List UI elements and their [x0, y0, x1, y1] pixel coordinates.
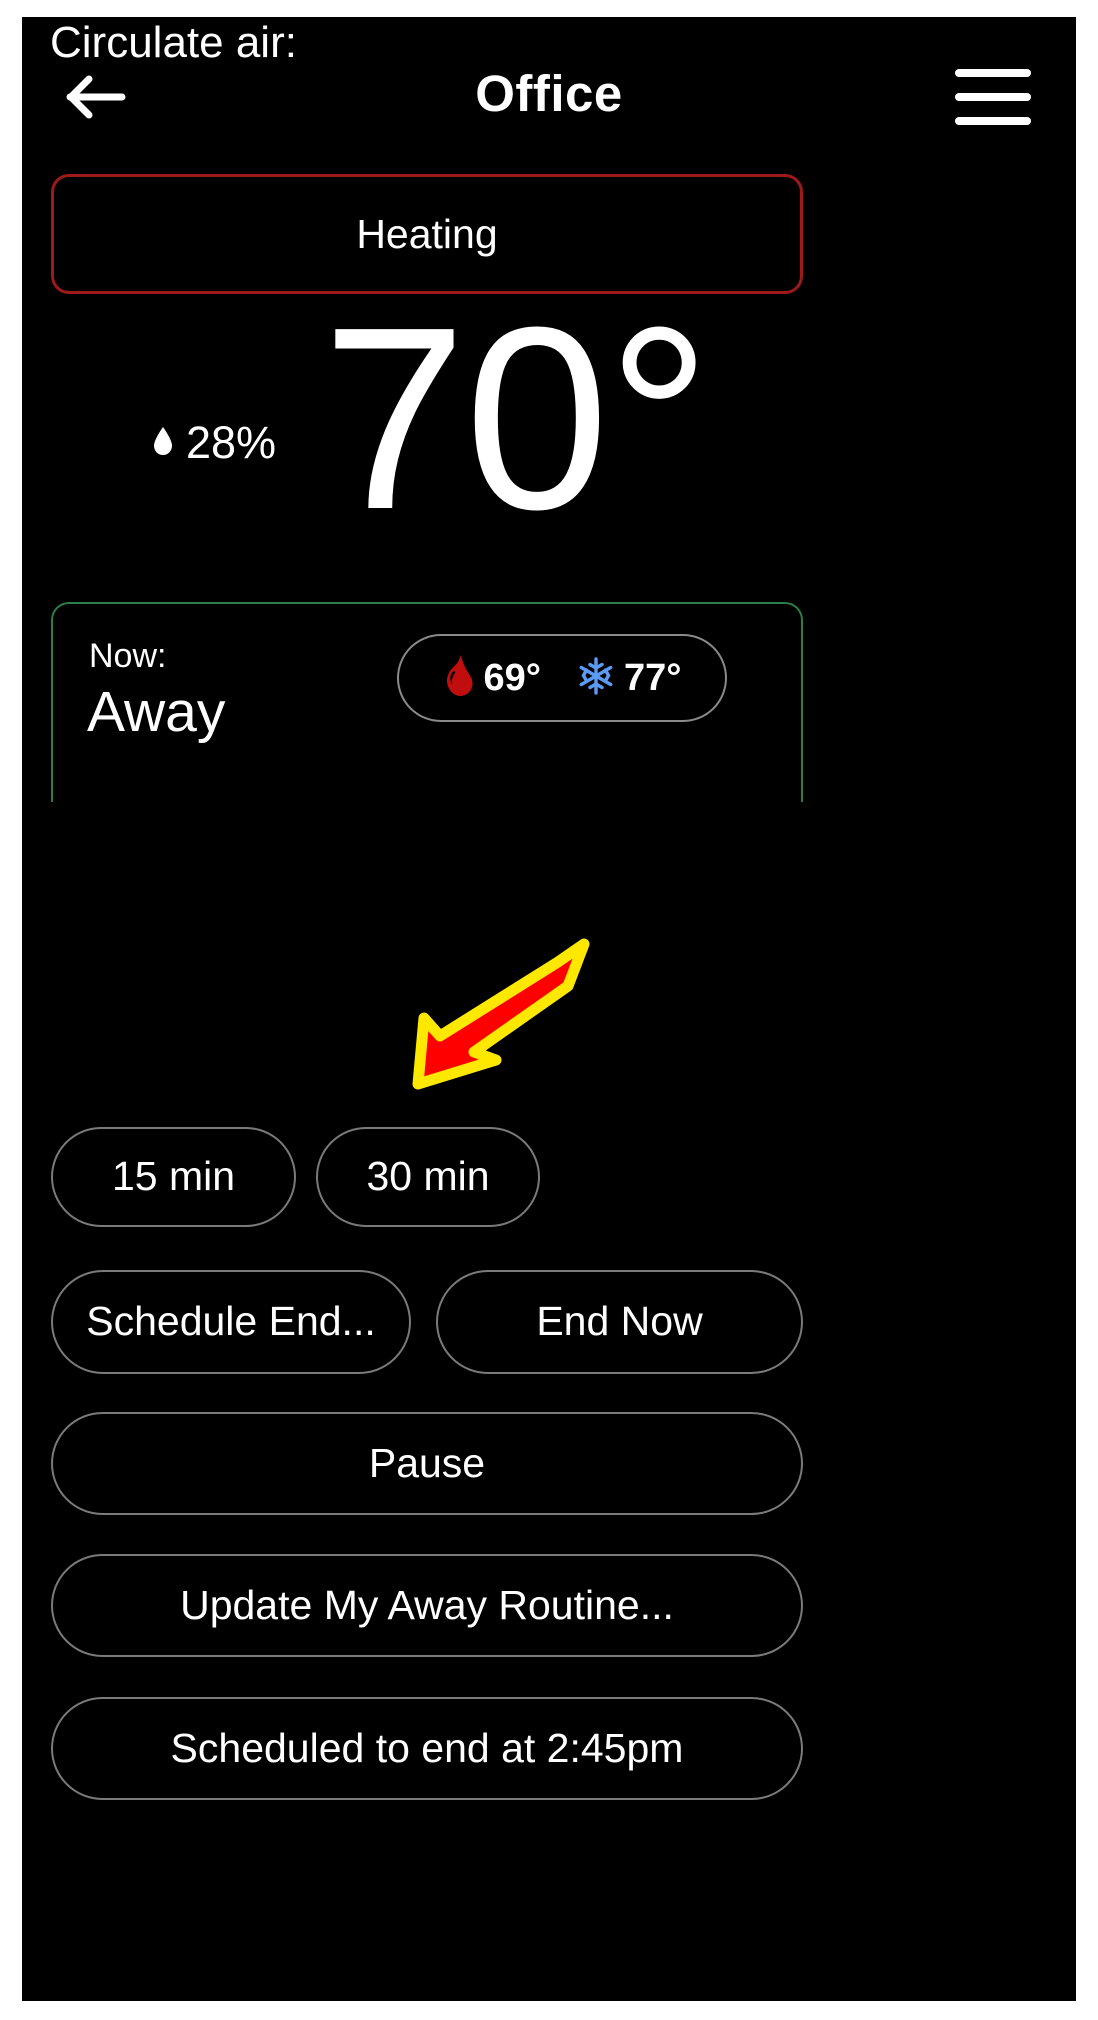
pause-label: Pause [368, 1439, 486, 1486]
water-drop-icon [152, 426, 174, 461]
phone-screen: Office Heating 28% 70° Now: Away 69° 77°… [22, 17, 1076, 2001]
menu-bar-3 [955, 117, 1031, 125]
setpoints-pill[interactable]: 69° 77° [397, 634, 727, 722]
hamburger-menu-icon[interactable] [948, 61, 1038, 133]
schedule-now-label: Now: [89, 637, 167, 675]
end-now-button[interactable]: End Now [436, 1270, 803, 1374]
humidity-readout: 28% [152, 417, 276, 469]
update-away-routine-button[interactable]: Update My Away Routine... [51, 1554, 803, 1657]
end-now-label: End Now [536, 1298, 703, 1345]
menu-bar-2 [955, 93, 1031, 101]
schedule-end-label: Schedule End... [86, 1298, 376, 1345]
circulate-air-label: Circulate air: [50, 18, 297, 67]
current-conditions: 28% 70° [22, 289, 1076, 577]
snowflake-icon [577, 656, 615, 701]
update-away-routine-label: Update My Away Routine... [180, 1581, 674, 1628]
page-title: Office [475, 65, 623, 122]
flame-icon [443, 654, 475, 703]
device-frame: Office Heating 28% 70° Now: Away 69° 77°… [0, 0, 1098, 2020]
scheduled-end-status-button[interactable]: Scheduled to end at 2:45pm [51, 1697, 803, 1800]
circulate-15min-label: 15 min [111, 1153, 236, 1200]
circulate-30min-label: 30 min [366, 1153, 490, 1200]
hvac-mode-label: Heating [356, 211, 498, 257]
cool-setpoint: 77° [577, 656, 681, 701]
annotation-arrow-icon [362, 932, 592, 1092]
circulate-30min-button[interactable]: 30 min [316, 1127, 540, 1227]
circulate-15min-button[interactable]: 15 min [51, 1127, 296, 1227]
cool-setpoint-value: 77° [624, 657, 682, 699]
scheduled-end-status-label: Scheduled to end at 2:45pm [170, 1724, 684, 1771]
current-temperature-value: 70° [322, 274, 711, 564]
heat-setpoint-value: 69° [483, 657, 541, 699]
menu-bar-1 [955, 69, 1031, 77]
humidity-value: 28% [186, 417, 277, 468]
current-schedule-card[interactable]: Now: Away 69° 77° [51, 602, 803, 802]
schedule-now-value: Away [87, 680, 226, 744]
pause-button[interactable]: Pause [51, 1412, 803, 1515]
schedule-end-button[interactable]: Schedule End... [51, 1270, 411, 1374]
heat-setpoint: 69° [443, 654, 541, 703]
